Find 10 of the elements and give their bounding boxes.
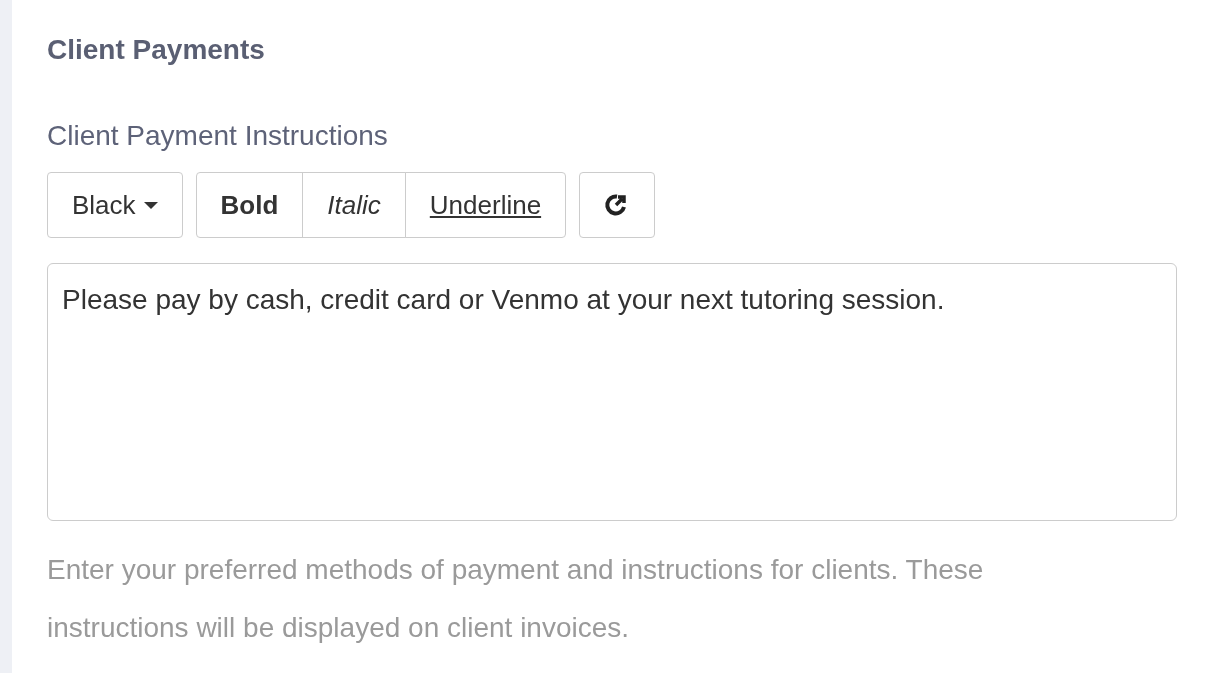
share-button[interactable] [579, 172, 656, 238]
field-label: Client Payment Instructions [47, 119, 389, 153]
instructions-editor[interactable]: Please pay by cash, credit card or Venmo at your next tutoring session. [47, 263, 1177, 521]
section-title: Client Payments [47, 33, 266, 67]
caret-icon [143, 201, 158, 209]
help-text: Enter your preferred methods of payment and instructions for clients. These instructions will be displayed on client invoices. [47, 553, 985, 645]
italic-button[interactable]: Italic [302, 172, 406, 238]
underline-button[interactable]: Underline [404, 172, 567, 238]
bold-button[interactable]: Bold [195, 172, 304, 238]
color-dropdown[interactable]: Black [47, 172, 183, 238]
